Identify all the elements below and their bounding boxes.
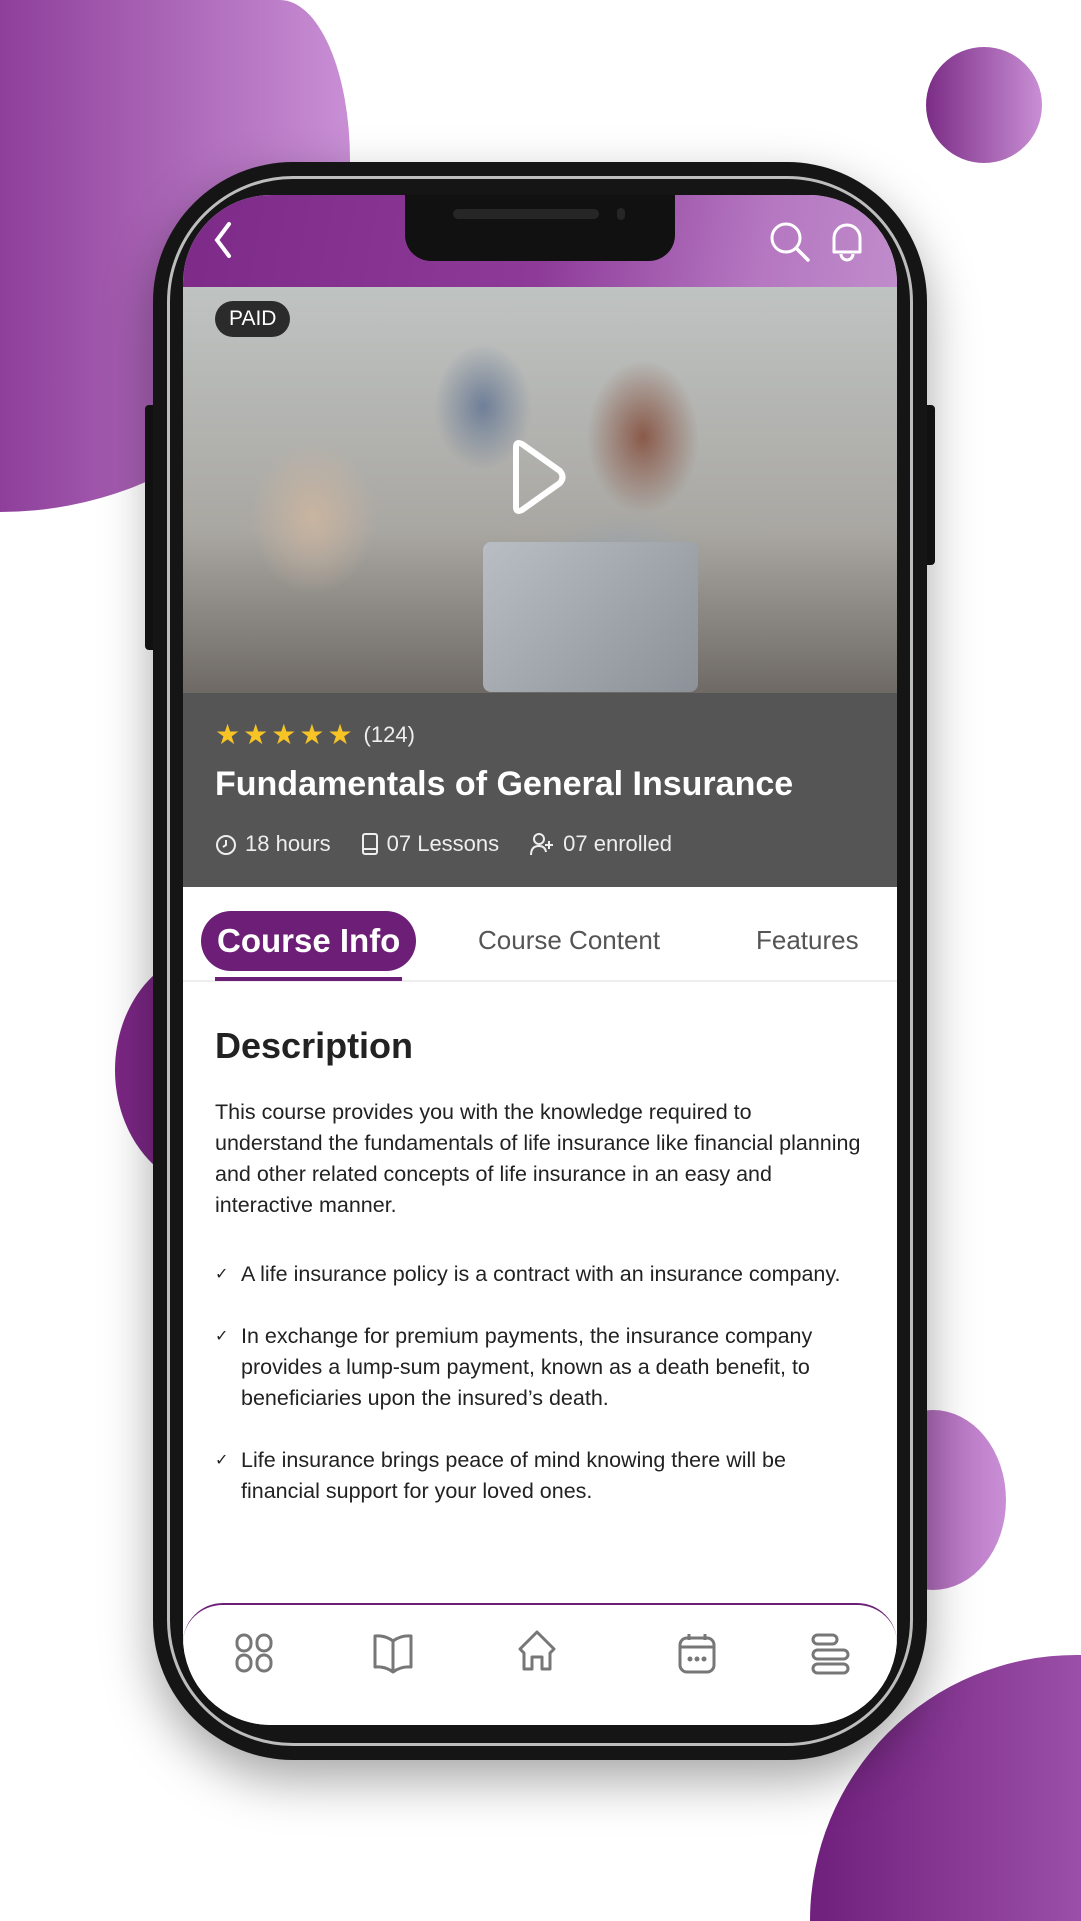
rating: ★ ★ ★ ★ ★ (124) xyxy=(215,721,415,749)
play-icon[interactable] xyxy=(508,437,568,517)
description-section: Description This course provides you wit… xyxy=(215,1025,865,1538)
timer-icon xyxy=(216,835,236,855)
star-icon: ★ xyxy=(243,719,269,750)
search-icon[interactable] xyxy=(768,220,812,264)
check-icon: ✓ xyxy=(215,1266,229,1283)
paid-badge: PAID xyxy=(215,301,291,337)
enrolled: 07 enrolled xyxy=(529,831,672,857)
lessons: 07 Lessons xyxy=(361,831,499,857)
check-icon: ✓ xyxy=(215,1452,229,1469)
active-tab-underline xyxy=(215,977,402,981)
check-icon: ✓ xyxy=(215,1328,229,1345)
phone-notch xyxy=(405,195,675,261)
home-icon[interactable] xyxy=(516,1629,558,1673)
tab-course-content[interactable]: Course Content xyxy=(478,925,660,956)
tab-features[interactable]: Features xyxy=(756,925,859,956)
course-title: Fundamentals of General Insurance xyxy=(215,765,794,803)
bullet-item: ✓ In exchange for premium payments, the i… xyxy=(215,1321,865,1414)
bullet-item: ✓ A life insurance policy is a contract w… xyxy=(215,1259,865,1290)
description-heading: Description xyxy=(215,1025,414,1066)
decor-circle xyxy=(926,47,1042,163)
description-text: This course provides you with the knowle… xyxy=(215,1100,861,1217)
course-video-thumbnail[interactable]: PAID xyxy=(183,287,897,693)
bell-icon[interactable] xyxy=(828,220,866,264)
star-icon: ★ xyxy=(327,719,353,750)
chevron-left-icon[interactable] xyxy=(211,220,235,260)
calendar-icon[interactable] xyxy=(677,1631,717,1675)
book-icon xyxy=(361,833,378,855)
open-book-icon[interactable] xyxy=(371,1633,415,1675)
star-icon: ★ xyxy=(299,719,325,750)
grid-icon[interactable] xyxy=(235,1633,275,1673)
star-icon: ★ xyxy=(215,719,241,750)
app-screen: PAID ★ ★ ★ ★ ★ (124) Fundamentals of General… xyxy=(183,195,897,1725)
star-icon: ★ xyxy=(271,719,297,750)
rating-count: (124) xyxy=(363,722,415,747)
photo-laptop xyxy=(483,542,698,692)
bullet-item: ✓ Life insurance brings peace of mind kno… xyxy=(215,1445,865,1507)
bottom-nav xyxy=(183,1603,897,1725)
tab-course-info[interactable]: Course Info xyxy=(201,911,417,971)
tab-bar: Course Info Course Content Features xyxy=(183,887,897,982)
user-add-icon xyxy=(530,833,554,856)
menu-icon[interactable] xyxy=(811,1633,851,1675)
course-info-panel: ★ ★ ★ ★ ★ (124) Fundamentals of General Insu… xyxy=(183,693,897,887)
duration: 18 hours xyxy=(215,831,331,857)
course-meta: 18 hours 07 Lessons 07 enrolled xyxy=(215,831,672,857)
